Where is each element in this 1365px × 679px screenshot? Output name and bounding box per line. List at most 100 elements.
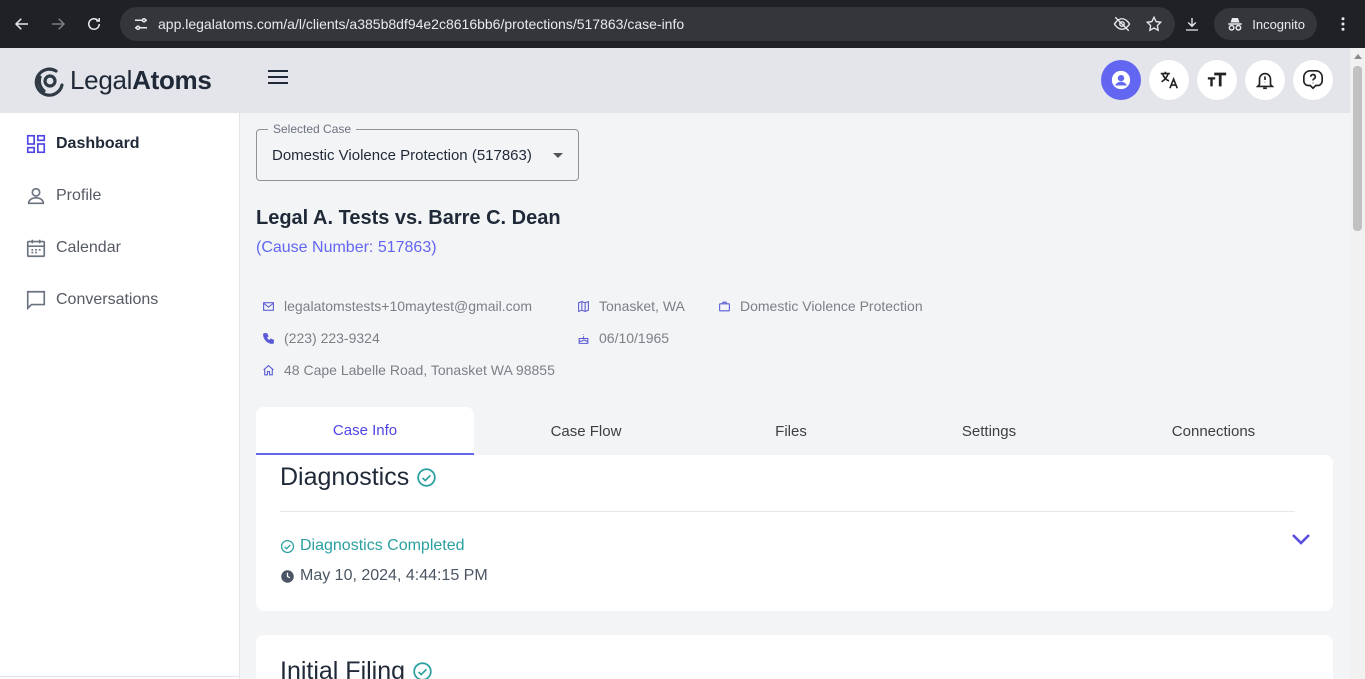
sidebar-item-calendar[interactable]: Calendar xyxy=(0,222,239,274)
app-header xyxy=(240,48,1350,113)
browser-toolbar: app.legalatoms.com/a/l/clients/a385b8df9… xyxy=(0,0,1365,48)
city-info: Tonasket, WA xyxy=(577,298,685,314)
account-button[interactable] xyxy=(1101,60,1141,100)
expand-button[interactable] xyxy=(1289,527,1313,551)
sidebar: LegalAtoms Dashboard Profile Calendar Co… xyxy=(0,48,240,679)
select-label: Selected Case xyxy=(268,122,357,136)
incognito-badge[interactable]: Incognito xyxy=(1214,8,1317,40)
page-scrollbar[interactable] xyxy=(1350,48,1365,679)
translate-button[interactable] xyxy=(1149,60,1189,100)
case-tabs: Case Info Case Flow Files Settings Conne… xyxy=(256,407,1333,455)
tab-connections[interactable]: Connections xyxy=(1094,407,1333,455)
scroll-up-arrow[interactable] xyxy=(1354,54,1362,59)
diagnostics-timestamp: May 10, 2024, 4:44:15 PM xyxy=(280,567,488,585)
sidebar-item-label: Dashboard xyxy=(56,135,140,152)
case-type-info: Domestic Violence Protection xyxy=(718,298,923,314)
case-type-text: Domestic Violence Protection xyxy=(740,298,923,314)
sidebar-item-dashboard[interactable]: Dashboard xyxy=(0,118,239,170)
home-icon xyxy=(263,364,274,375)
legalatoms-logo-icon xyxy=(34,67,64,97)
logo-prefix: Legal xyxy=(70,65,133,95)
caret-down-icon xyxy=(553,153,563,158)
download-icon xyxy=(1186,18,1199,31)
sidebar-item-label: Conversations xyxy=(56,291,159,308)
help-icon xyxy=(1303,70,1323,90)
more-vertical-icon xyxy=(1341,17,1345,31)
scroll-thumb[interactable] xyxy=(1353,66,1362,231)
arrow-left-icon xyxy=(14,18,28,30)
incognito-icon xyxy=(1228,18,1242,31)
menu-icon[interactable] xyxy=(268,70,288,90)
phone-text: (223) 223-9324 xyxy=(284,330,380,346)
map-icon xyxy=(578,300,589,312)
arrow-right-icon xyxy=(52,18,66,30)
initial-filing-card: Initial Filing xyxy=(256,635,1333,679)
dob-text: 06/10/1965 xyxy=(599,330,670,346)
chevron-down-icon xyxy=(1292,534,1310,545)
selected-case-select[interactable]: Selected Case Domestic Violence Protecti… xyxy=(256,122,579,181)
chat-icon xyxy=(25,289,47,311)
city-text: Tonasket, WA xyxy=(599,298,685,314)
check-circle-icon xyxy=(417,468,436,487)
main-content: Selected Case Domestic Violence Protecti… xyxy=(240,113,1350,679)
address-text: 48 Cape Labelle Road, Tonasket WA 98855 xyxy=(284,362,555,378)
tab-case-flow[interactable]: Case Flow xyxy=(474,407,698,455)
mail-icon xyxy=(263,301,274,311)
incognito-label: Incognito xyxy=(1252,16,1305,32)
diagnostics-status: Diagnostics Completed xyxy=(280,537,465,555)
site-settings-icon[interactable] xyxy=(132,15,150,33)
address-bar[interactable]: app.legalatoms.com/a/l/clients/a385b8df9… xyxy=(120,7,1175,41)
dashboard-icon xyxy=(25,133,47,155)
text-size-button[interactable] xyxy=(1197,60,1237,100)
text-size-icon xyxy=(1207,72,1227,87)
cause-number: (Cause Number: 517863) xyxy=(256,239,437,256)
download-button[interactable] xyxy=(1174,6,1210,42)
address-info: 48 Cape Labelle Road, Tonasket WA 98855 xyxy=(262,362,555,378)
tab-files[interactable]: Files xyxy=(698,407,884,455)
case-title: Legal A. Tests vs. Barre C. Dean xyxy=(256,207,561,229)
diagnostics-title: Diagnostics xyxy=(280,463,410,491)
url-text: app.legalatoms.com/a/l/clients/a385b8df9… xyxy=(158,16,685,32)
check-circle-icon xyxy=(413,662,432,679)
back-button[interactable] xyxy=(4,6,40,42)
help-button[interactable] xyxy=(1293,60,1333,100)
notification-icon xyxy=(1255,72,1275,90)
sidebar-item-conversations[interactable]: Conversations xyxy=(0,274,239,326)
logo-suffix: Atoms xyxy=(132,65,212,95)
diagnostics-card: Diagnostics Diagnostics Completed May 10… xyxy=(256,455,1333,611)
email-info: legalatomstests+10maytest@gmail.com xyxy=(262,298,532,314)
initial-filing-heading: Initial Filing xyxy=(280,657,433,679)
email-text: legalatomstests+10maytest@gmail.com xyxy=(284,298,533,314)
logo[interactable]: LegalAtoms xyxy=(0,48,239,113)
sidebar-item-profile[interactable]: Profile xyxy=(0,170,239,222)
diagnostics-heading: Diagnostics xyxy=(280,463,437,492)
sidebar-item-label: Calendar xyxy=(56,239,121,256)
briefcase-icon xyxy=(719,301,730,311)
tab-case-info[interactable]: Case Info xyxy=(256,407,474,455)
phone-icon xyxy=(263,332,274,344)
timestamp-text: May 10, 2024, 4:44:15 PM xyxy=(300,567,488,584)
sidebar-item-label: Profile xyxy=(56,187,102,204)
logo-text: LegalAtoms xyxy=(70,65,212,96)
notifications-button[interactable] xyxy=(1245,60,1285,100)
calendar-icon xyxy=(25,237,47,259)
clock-icon xyxy=(281,569,294,583)
status-text: Diagnostics Completed xyxy=(300,537,465,554)
check-circle-icon xyxy=(280,539,295,553)
card-divider xyxy=(280,511,1295,512)
person-icon xyxy=(25,185,47,207)
browser-menu-button[interactable] xyxy=(1325,6,1361,42)
reload-icon xyxy=(88,18,100,30)
cake-icon xyxy=(578,333,589,344)
phone-info: (223) 223-9324 xyxy=(262,330,380,346)
sidebar-divider xyxy=(0,676,240,677)
forward-button[interactable] xyxy=(40,6,76,42)
star-icon[interactable] xyxy=(1145,15,1163,33)
eye-off-icon[interactable] xyxy=(1113,15,1131,33)
account-icon xyxy=(1111,70,1131,90)
select-value: Domestic Violence Protection (517863) xyxy=(272,147,532,164)
dob-info: 06/10/1965 xyxy=(577,330,669,346)
initial-filing-title: Initial Filing xyxy=(280,657,406,679)
reload-button[interactable] xyxy=(76,6,112,42)
tab-settings[interactable]: Settings xyxy=(884,407,1094,455)
